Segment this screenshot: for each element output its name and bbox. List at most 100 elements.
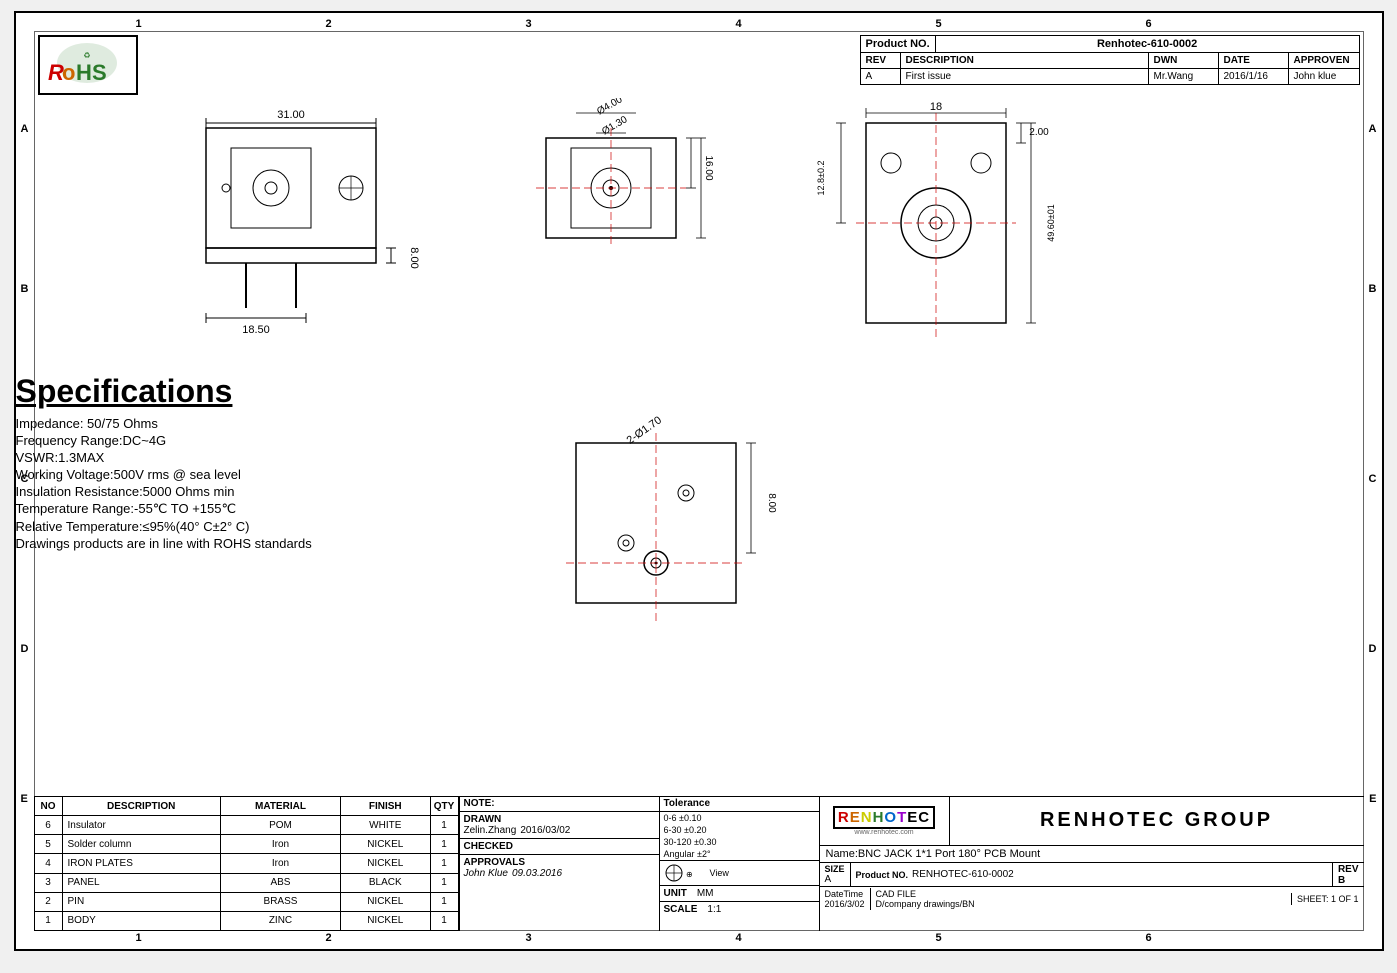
front-view-svg: 31.00 18.50 8.00 [176, 98, 456, 398]
col-marker-bottom-5: 5 [936, 932, 942, 944]
svg-text:S: S [92, 60, 107, 85]
top-view-svg: 18 2.00 12.8±0.2 49.60±01 [806, 98, 1086, 398]
specs-item-5: Temperature Range:-55℃ TO +155℃ [16, 501, 416, 517]
svg-text:18: 18 [929, 101, 941, 113]
drawn-block: NOTE: DRAWN Zelin.Zhang 2016/03/02 CHECK… [459, 796, 659, 931]
rev-block: REV B [1332, 863, 1364, 887]
rev-label2: REV [1338, 864, 1359, 875]
bottom-info-bar: NO DESCRIPTION MATERIAL FINISH QTY 6 Ins… [34, 796, 1364, 931]
svg-text:31.00: 31.00 [277, 109, 305, 121]
specs-item-1: Frequency Range:DC~4G [16, 433, 416, 448]
row-marker-right-A: A [1369, 123, 1377, 135]
table-row: 5 Solder column Iron NICKEL 1 [34, 835, 458, 854]
tolerance-row-0: 0-6 ±0.10 [660, 812, 819, 824]
sheet-value: 1 OF 1 [1331, 894, 1359, 904]
product-no-label2: Product NO. [856, 870, 909, 880]
cad-file-value: D/company drawings/BN [876, 899, 1286, 909]
specs-title: Specifications [16, 373, 416, 410]
date-label: DATE [1219, 53, 1289, 68]
table-row: 2 PIN BRASS NICKEL 1 [34, 892, 458, 911]
cad-file-block: CAD FILE D/company drawings/BN [871, 888, 1291, 910]
approved-value: John klue [1289, 69, 1359, 84]
side-view-svg: Ø4.00 Ø1.30 16.00 18.00 [516, 98, 716, 398]
specs-item-4: Insulation Resistance:5000 Ohms min [16, 484, 416, 499]
svg-text:2.00: 2.00 [1029, 127, 1049, 138]
size-block: SIZE A [820, 863, 851, 886]
rev-value2: B [1338, 875, 1345, 886]
col-marker-bottom-1: 1 [136, 932, 142, 944]
desc-label: DESCRIPTION [901, 53, 1149, 68]
tolerance-row-2: 30-120 ±0.30 [660, 836, 819, 848]
specs-item-3: Working Voltage:500V rms @ sea level [16, 467, 416, 482]
unit-value: MM [697, 888, 714, 899]
drawn-date: 2016/03/02 [520, 825, 570, 836]
desc-value: First issue [901, 69, 1149, 84]
dwn-value: Mr.Wang [1149, 69, 1219, 84]
drawn-value: Zelin.Zhang [464, 825, 517, 836]
col-marker-2: 2 [326, 18, 332, 30]
date-value: 2016/1/16 [1219, 69, 1289, 84]
col-marker-bottom-4: 4 [736, 932, 742, 944]
unit-label: UNIT [664, 888, 687, 899]
product-no-value: Renhotec-610-0002 [936, 36, 1359, 52]
checked-label: CHECKED [464, 841, 655, 852]
renhotec-logo-text: RENHOTEC [833, 806, 935, 829]
product-no-value2: RENHOTEC-610-0002 [912, 869, 1014, 880]
tolerance-label: Tolerance [660, 796, 819, 812]
svg-text:18.50: 18.50 [242, 324, 270, 336]
svg-text:o: o [62, 60, 75, 85]
renhotec-website: www.renhotec.com [854, 829, 913, 836]
scale-value: 1:1 [707, 904, 721, 915]
svg-text:⊕: ⊕ [686, 870, 693, 879]
tolerance-block: Tolerance 0-6 ±0.10 6-30 ±0.20 30-120 ±0… [659, 796, 819, 931]
specs-item-7: Drawings products are in line with ROHS … [16, 536, 416, 551]
title-block: Product NO. Renhotec-610-0002 REV DESCRI… [860, 35, 1360, 85]
datetime-value: 2016/3/02 [825, 899, 865, 909]
svg-text:Ø1.30: Ø1.30 [600, 114, 629, 137]
rev-value: A [861, 69, 901, 84]
col-marker-5: 5 [936, 18, 942, 30]
drawn-label: DRAWN [464, 814, 655, 825]
svg-text:16.00: 16.00 [703, 155, 714, 180]
parts-table-container: NO DESCRIPTION MATERIAL FINISH QTY 6 Ins… [34, 796, 459, 931]
svg-text:2-Ø1.70: 2-Ø1.70 [624, 414, 663, 447]
rohs-logo: ♻ R o H S [38, 35, 138, 95]
sheet-block: SHEET: 1 OF 1 [1291, 893, 1364, 905]
tolerance-row-1: 6-30 ±0.20 [660, 824, 819, 836]
svg-text:♻: ♻ [83, 51, 90, 60]
size-value: A [825, 874, 845, 885]
row-marker-right-C: C [1369, 473, 1377, 485]
col-marker-bottom-2: 2 [326, 932, 332, 944]
table-row: NO DESCRIPTION MATERIAL FINISH QTY [34, 797, 458, 816]
row-marker-right-E: E [1369, 793, 1376, 805]
sheet-label: SHEET: [1297, 894, 1329, 904]
col-marker-3: 3 [526, 18, 532, 30]
scale-label: SCALE [664, 904, 698, 915]
renhotec-logo-box: RENHOTEC www.renhotec.com [820, 796, 950, 845]
specs-item-0: Impedance: 50/75 Ohms [16, 416, 416, 431]
svg-text:12.8±0.2: 12.8±0.2 [816, 161, 826, 196]
col-marker-4: 4 [736, 18, 742, 30]
svg-text:8.00: 8.00 [766, 493, 777, 513]
size-label: SIZE [825, 864, 845, 874]
table-row: 3 PANEL ABS BLACK 1 [34, 873, 458, 892]
datetime-block: DateTime 2016/3/02 [820, 888, 871, 910]
drawing-sheet: 1 2 3 4 5 6 1 2 3 4 5 6 A B C D E A B C … [14, 11, 1384, 951]
tolerance-row-3: Angular ±2° [660, 848, 819, 861]
row-marker-E: E [21, 793, 28, 805]
approvals-date: 09.03.2016 [512, 868, 562, 879]
col-marker-1: 1 [136, 18, 142, 30]
table-row: 6 Insulator POM WHITE 1 [34, 816, 458, 835]
col-marker-bottom-3: 3 [526, 932, 532, 944]
approvals-label: APPROVALS [464, 857, 655, 868]
svg-text:8.00: 8.00 [408, 247, 420, 268]
row-marker-A: A [21, 123, 29, 135]
datetime-label: DateTime [825, 889, 865, 899]
svg-text:49.60±01: 49.60±01 [1046, 204, 1056, 241]
row-marker-right-D: D [1369, 643, 1377, 655]
product-no-label: Product NO. [861, 36, 936, 52]
row-marker-B: B [21, 283, 29, 295]
specs-item-2: VSWR:1.3MAX [16, 450, 416, 465]
svg-text:Ø4.00: Ø4.00 [595, 98, 624, 117]
note-label: NOTE: [460, 796, 659, 811]
